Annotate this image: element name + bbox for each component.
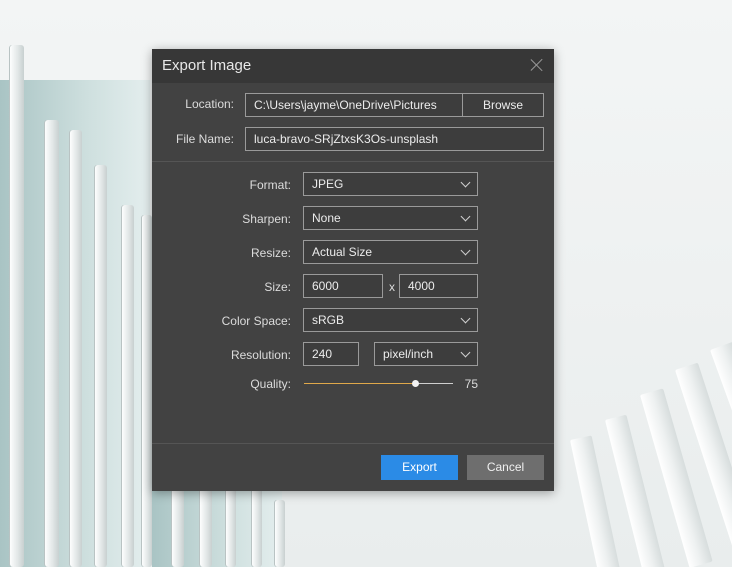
size-height-field[interactable]: 4000 <box>399 274 478 298</box>
building-fin <box>142 215 152 567</box>
size-width-field[interactable]: 6000 <box>303 274 383 298</box>
color-space-label: Color Space: <box>221 314 291 328</box>
cancel-button[interactable]: Cancel <box>467 455 544 480</box>
building-fin <box>95 165 107 567</box>
building-fin <box>200 488 212 567</box>
color-space-select[interactable]: sRGB <box>303 308 478 332</box>
quality-slider[interactable] <box>304 377 453 391</box>
building-fin <box>226 488 236 567</box>
file-name-field[interactable]: luca-bravo-SRjZtxsK3Os-unsplash <box>245 127 544 151</box>
location-field[interactable]: C:\Users\jayme\OneDrive\Pictures <box>245 93 463 117</box>
building-fin <box>172 488 184 567</box>
footer-divider <box>152 443 554 444</box>
quality-label: Quality: <box>250 377 291 391</box>
size-separator: x <box>389 280 395 294</box>
location-label: Location: <box>185 97 234 111</box>
resolution-unit-select[interactable]: pixel/inch <box>374 342 478 366</box>
resize-select[interactable]: Actual Size <box>303 240 478 264</box>
building-fin <box>10 45 24 567</box>
building-fin <box>45 120 59 567</box>
building-fin <box>70 130 82 567</box>
resolution-field[interactable]: 240 <box>303 342 359 366</box>
dialog-titlebar: Export Image <box>152 49 554 83</box>
close-icon[interactable] <box>530 58 544 72</box>
format-select[interactable]: JPEG <box>303 172 478 196</box>
resize-label: Resize: <box>250 246 291 260</box>
format-label: Format: <box>249 178 291 192</box>
sharpen-select[interactable]: None <box>303 206 478 230</box>
sharpen-label: Sharpen: <box>242 212 291 226</box>
export-image-dialog: Export Image Location: C:\Users\jayme\On… <box>152 49 554 491</box>
quality-value: 75 <box>464 377 478 391</box>
resolution-label: Resolution: <box>230 348 291 362</box>
building-fin <box>252 488 262 567</box>
size-label: Size: <box>264 280 291 294</box>
dialog-title: Export Image <box>162 57 252 74</box>
section-divider <box>152 161 554 162</box>
slider-fill <box>304 383 416 384</box>
file-name-label: File Name: <box>175 132 234 146</box>
building-fin <box>122 205 134 567</box>
export-button[interactable]: Export <box>381 455 458 480</box>
slider-thumb[interactable] <box>412 380 420 387</box>
building-fin <box>275 500 285 567</box>
browse-button[interactable]: Browse <box>462 93 544 117</box>
